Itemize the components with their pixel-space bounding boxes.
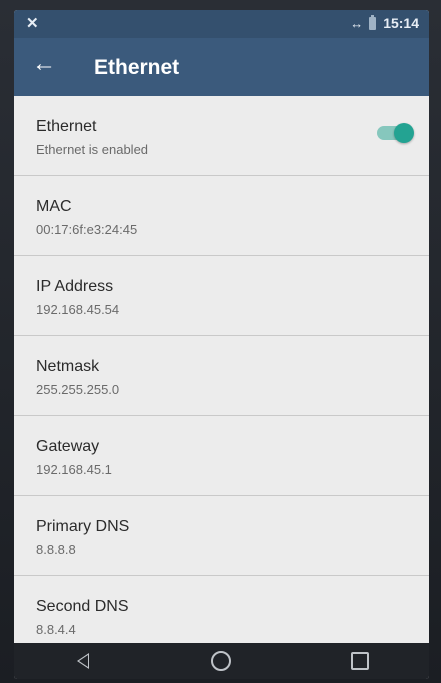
ethernet-switch[interactable] [377, 123, 414, 143]
app-bar: ← Ethernet [14, 38, 429, 96]
list-item-title: MAC [36, 198, 72, 215]
list-item-title: IP Address [36, 278, 114, 295]
list-item-gateway[interactable]: Gateway 192.168.45.1 [14, 416, 429, 496]
page-title: Ethernet [94, 56, 180, 79]
device-frame: ✕ ↔ 15:14 ← Ethernet Ethernet Ethernet i… [0, 0, 441, 683]
clock: 15:14 [383, 15, 419, 31]
list-item-ip-address[interactable]: IP Address 192.168.45.54 [14, 256, 429, 336]
list-item-subtitle: 192.168.45.1 [36, 462, 112, 477]
list-item-title: Second DNS [36, 598, 129, 615]
list-item-netmask[interactable]: Netmask 255.255.255.0 [14, 336, 429, 416]
list-item-subtitle: 192.168.45.54 [36, 302, 120, 317]
ethernet-toggle-row[interactable]: Ethernet Ethernet is enabled [14, 96, 429, 176]
list-item-subtitle: 00:17:6f:e3:24:45 [36, 222, 138, 237]
list-item-title: Primary DNS [36, 518, 130, 535]
list-item-title: Ethernet [36, 118, 97, 135]
arrow-back-icon[interactable]: ← [32, 52, 56, 76]
status-bar: ✕ ↔ 15:14 [14, 10, 429, 38]
list-item-title: Netmask [36, 358, 100, 375]
battery-icon [369, 14, 377, 30]
list-item-mac[interactable]: MAC 00:17:6f:e3:24:45 [14, 176, 429, 256]
list-item-primary-dns[interactable]: Primary DNS 8.8.8.8 [14, 496, 429, 576]
list-item-subtitle: 8.8.8.8 [36, 542, 76, 557]
list-item-subtitle: 255.255.255.0 [36, 382, 120, 397]
nav-recents-button[interactable] [330, 643, 390, 679]
sync-icon: ↔ [350, 15, 363, 31]
settings-list: Ethernet Ethernet is enabled MAC 00:17:6… [14, 96, 429, 656]
navigation-bar [14, 643, 429, 679]
list-item-subtitle: Ethernet is enabled [36, 142, 149, 157]
nav-home-icon [211, 651, 232, 671]
switch-knob [394, 123, 414, 143]
list-item-subtitle: 8.8.4.4 [36, 622, 76, 637]
nav-back-button[interactable] [53, 643, 113, 679]
nav-home-button[interactable] [191, 643, 251, 679]
signal-off-icon: ✕ [26, 15, 39, 32]
device-screen: ✕ ↔ 15:14 ← Ethernet Ethernet Ethernet i… [14, 10, 429, 679]
nav-back-icon [77, 653, 90, 669]
nav-recents-icon [350, 652, 369, 670]
status-right-group: ↔ 15:14 [350, 14, 419, 31]
list-item-title: Gateway [36, 438, 100, 455]
